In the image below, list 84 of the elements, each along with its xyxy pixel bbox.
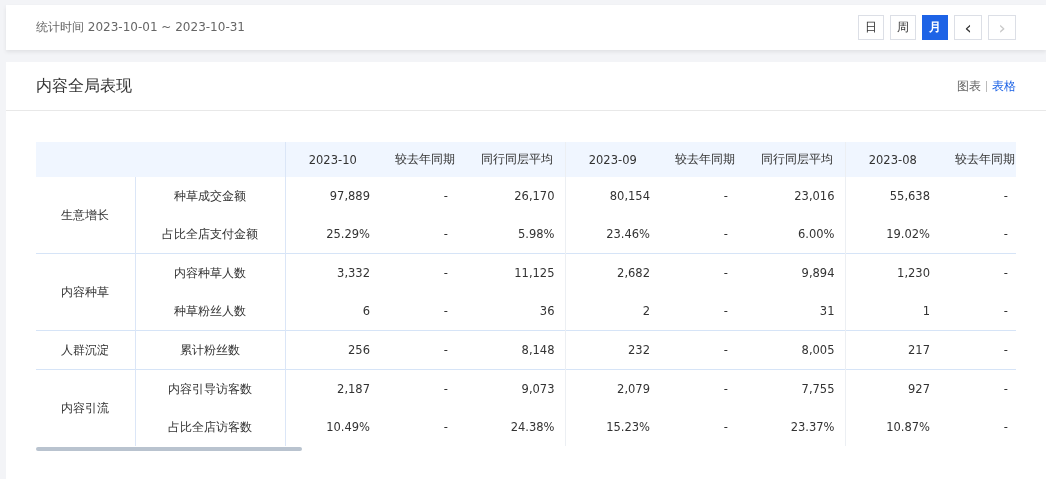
table-cell: 31 xyxy=(750,292,845,331)
column-header: 同行同层平均 xyxy=(470,142,565,177)
column-header: 较去年同期 xyxy=(380,142,470,177)
column-header: 2023-08 xyxy=(845,142,940,177)
period-button[interactable]: 周 xyxy=(890,15,916,40)
table-cell-text: - xyxy=(442,419,449,436)
table-cell: 9,073 xyxy=(470,369,565,408)
table-cell-text: - xyxy=(722,419,729,436)
table-cell: - xyxy=(660,292,750,331)
table-cell: - xyxy=(660,177,750,215)
metric-cell: 种草粉丝人数 xyxy=(135,292,285,331)
table-cell: 6 xyxy=(285,292,380,331)
period-button[interactable]: 月 xyxy=(922,15,948,40)
previous-button[interactable]: ‹ xyxy=(954,15,982,40)
table-cell: - xyxy=(380,292,470,331)
table-cell: 15.23% xyxy=(565,408,660,446)
table-cell: 2 xyxy=(565,292,660,331)
table-cell: 7,755 xyxy=(750,369,845,408)
column-header: 较去年同期 xyxy=(940,142,1016,177)
table-cell: 5.98% xyxy=(470,215,565,254)
table-cell: 217 xyxy=(845,330,940,370)
table-cell: - xyxy=(940,292,1016,331)
table-cell: 24.38% xyxy=(470,408,565,446)
metric-cell: 内容种草人数 xyxy=(135,253,285,292)
table-cell: 23.37% xyxy=(750,408,845,446)
table-cell: - xyxy=(940,215,1016,254)
table-cell: 6.00% xyxy=(750,215,845,254)
table-cell: 26,170 xyxy=(470,177,565,215)
table-cell: 2,187 xyxy=(285,369,380,408)
table-cell-text: - xyxy=(1002,419,1009,436)
table-cell: 1,230 xyxy=(845,253,940,292)
column-header: 较去年同期 xyxy=(660,142,750,177)
scrollbar-thumb[interactable] xyxy=(36,447,302,451)
table-cell: - xyxy=(380,177,470,215)
group-cell: 内容引流 xyxy=(36,369,135,446)
table-cell: 10.49% xyxy=(285,408,380,446)
table-cell: - xyxy=(380,369,470,408)
table-cell: 25.29% xyxy=(285,215,380,254)
metric-cell: 占比全店支付金额 xyxy=(135,215,285,254)
group-cell: 生意增长 xyxy=(36,177,135,254)
table-cell: - xyxy=(940,369,1016,408)
table-cell: - xyxy=(660,330,750,370)
group-cell: 人群沉淀 xyxy=(36,330,135,370)
table-cell: 19.02% xyxy=(845,215,940,254)
view-tab[interactable]: 图表 xyxy=(957,77,981,95)
column-header: 2023-09 xyxy=(565,142,660,177)
table-cell: 2,079 xyxy=(565,369,660,408)
table-cell: 55,638 xyxy=(845,177,940,215)
table-cell: 2,682 xyxy=(565,253,660,292)
table-cell: 3,332 xyxy=(285,253,380,292)
metric-cell: 占比全店访客数 xyxy=(135,408,285,446)
metric-cell: 累计粉丝数 xyxy=(135,330,285,370)
table-cell: - xyxy=(660,369,750,408)
table-cell: 23,016 xyxy=(750,177,845,215)
table-cell: 256 xyxy=(285,330,380,370)
view-tab[interactable]: 表格 xyxy=(992,77,1016,95)
panel-title: 内容全局表现 xyxy=(36,75,132,97)
table-cell: 11,125 xyxy=(470,253,565,292)
table-cell: - xyxy=(940,177,1016,215)
table-cell: 36 xyxy=(470,292,565,331)
table-cell: 23.46% xyxy=(565,215,660,254)
table-cell: - xyxy=(660,253,750,292)
metric-cell: 内容引导访客数 xyxy=(135,369,285,408)
table-cell: - xyxy=(380,215,470,254)
table-cell: 1 xyxy=(845,292,940,331)
period-button[interactable]: 日 xyxy=(858,15,884,40)
table-cell: - xyxy=(380,330,470,370)
table-cell: 9,894 xyxy=(750,253,845,292)
table-cell: - xyxy=(940,253,1016,292)
table-cell: - xyxy=(940,330,1016,370)
table-cell: 8,005 xyxy=(750,330,845,370)
metric-cell: 种草成交金额 xyxy=(135,177,285,215)
table-cell: - xyxy=(660,215,750,254)
table-cell: 10.87% xyxy=(845,408,940,446)
date-range: 统计时间 2023-10-01 ~ 2023-10-31 xyxy=(36,19,245,36)
column-header: 同行同层平均 xyxy=(750,142,845,177)
column-header: 2023-10 xyxy=(285,142,380,177)
table-cell: - xyxy=(380,253,470,292)
table-cell: 97,889 xyxy=(285,177,380,215)
table-cell: 232 xyxy=(565,330,660,370)
table-cell: 8,148 xyxy=(470,330,565,370)
group-cell: 内容种草 xyxy=(36,253,135,331)
table-cell: 80,154 xyxy=(565,177,660,215)
table-cell: 927 xyxy=(845,369,940,408)
